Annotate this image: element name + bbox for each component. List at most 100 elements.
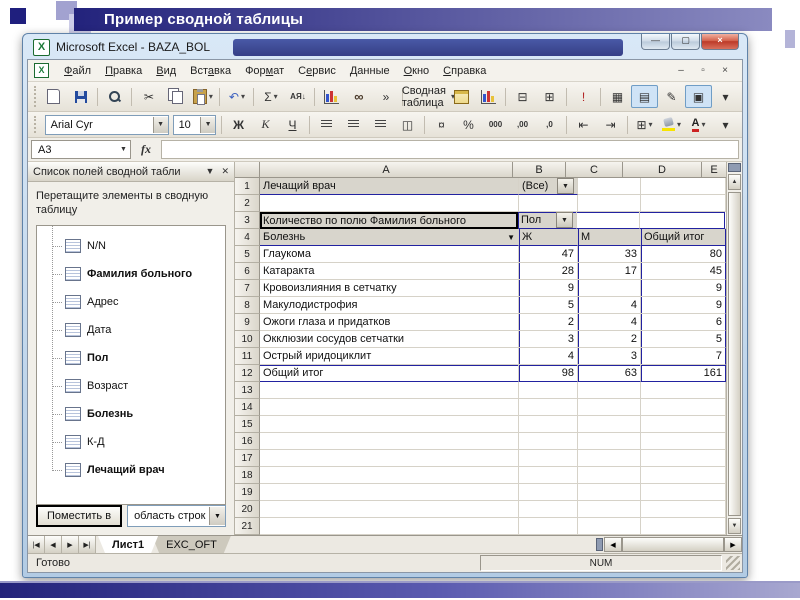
cell-C5[interactable]: 33 bbox=[578, 246, 641, 263]
cell-A11[interactable]: Острый иридоциклит bbox=[260, 348, 519, 365]
toolbar-grip2[interactable] bbox=[34, 115, 40, 134]
currency-button[interactable]: ¤ bbox=[428, 113, 455, 136]
cell-D14[interactable] bbox=[641, 399, 726, 416]
cell-D8[interactable]: 9 bbox=[641, 297, 726, 314]
font-color-dropdown-arrow[interactable]: ▾ bbox=[701, 120, 705, 129]
field-item-Болезнь[interactable]: Болезнь bbox=[45, 386, 225, 428]
split-handle-vertical[interactable] bbox=[728, 163, 741, 172]
merge-center-button[interactable]: ◫ bbox=[394, 113, 421, 136]
cell-D21[interactable] bbox=[641, 518, 726, 535]
task-pane-close-icon[interactable]: ✕ bbox=[221, 166, 229, 177]
row-header-1[interactable]: 1 bbox=[235, 178, 260, 195]
undo-button[interactable]: ↶ ▾ bbox=[223, 85, 250, 108]
cell-C6[interactable]: 17 bbox=[578, 263, 641, 280]
fill-color-dropdown-arrow[interactable]: ▾ bbox=[677, 120, 681, 129]
row-header-17[interactable]: 17 bbox=[235, 450, 260, 467]
underline-button[interactable]: Ч bbox=[279, 113, 306, 136]
pivot-toolbar-options-button[interactable]: ▾ bbox=[712, 85, 739, 108]
cell-B13[interactable] bbox=[519, 382, 578, 399]
align-left-button[interactable] bbox=[313, 113, 340, 136]
percent-button[interactable]: % bbox=[455, 113, 482, 136]
sheet-tab-Лист1[interactable]: Лист1 bbox=[98, 536, 158, 553]
field-item-Адрес[interactable]: Адрес bbox=[45, 274, 225, 316]
refresh-data-button[interactable]: ! bbox=[570, 85, 597, 108]
prev-sheet-icon[interactable]: ◀ bbox=[45, 536, 62, 553]
cell-dropdown-B3[interactable]: ▼ bbox=[556, 212, 573, 228]
menu-Данные[interactable]: Данные bbox=[343, 63, 397, 79]
field-settings-button[interactable]: ✎ bbox=[658, 85, 685, 108]
column-header-C[interactable]: C bbox=[566, 162, 623, 178]
name-box-dropdown-arrow[interactable]: ▼ bbox=[117, 142, 130, 157]
cell-A12[interactable]: Общий итог bbox=[260, 365, 519, 382]
cell-D18[interactable] bbox=[641, 467, 726, 484]
toolbar-grip[interactable] bbox=[34, 86, 37, 107]
cell-D17[interactable] bbox=[641, 450, 726, 467]
cell-B7[interactable]: 9 bbox=[519, 280, 578, 297]
autosum-button[interactable]: Σ ▾ bbox=[257, 85, 284, 108]
undo-dropdown-arrow[interactable]: ▾ bbox=[241, 92, 245, 101]
next-sheet-icon[interactable]: ▶ bbox=[62, 536, 79, 553]
field-item-Лечащий врач[interactable]: Лечащий врач bbox=[45, 442, 225, 484]
always-display-items-button[interactable]: ▤ bbox=[631, 85, 658, 108]
fmt-toolbar-options-button[interactable]: ▾ bbox=[712, 113, 739, 136]
cell-B15[interactable] bbox=[519, 416, 578, 433]
close-button[interactable]: × bbox=[701, 34, 739, 50]
cell-C19[interactable] bbox=[578, 484, 641, 501]
cell-A20[interactable] bbox=[260, 501, 519, 518]
cell-B10[interactable]: 3 bbox=[519, 331, 578, 348]
row-header-15[interactable]: 15 bbox=[235, 416, 260, 433]
vertical-scrollbar[interactable]: ▲ ▼ bbox=[726, 162, 742, 535]
cell-A2[interactable] bbox=[260, 195, 519, 212]
row-header-6[interactable]: 6 bbox=[235, 263, 260, 280]
cell-B1[interactable]: (Все) ▼ bbox=[519, 178, 578, 195]
cell-C18[interactable] bbox=[578, 467, 641, 484]
cell-A10[interactable]: Окклюзии сосудов сетчатки bbox=[260, 331, 519, 348]
sort-ascending-button[interactable]: АЯ↓ bbox=[284, 85, 311, 108]
cell-A9[interactable]: Ожоги глаза и придатков bbox=[260, 314, 519, 331]
menu-Сервис[interactable]: Сервис bbox=[291, 63, 343, 79]
align-right-button[interactable] bbox=[367, 113, 394, 136]
menu-Правка[interactable]: Правка bbox=[98, 63, 149, 79]
minimize-button[interactable]: — bbox=[641, 34, 670, 50]
cell-B3[interactable]: Пол ▼ bbox=[518, 212, 577, 229]
cell-B14[interactable] bbox=[519, 399, 578, 416]
minimize-workbook-icon[interactable]: – bbox=[674, 65, 688, 76]
cell-C13[interactable] bbox=[578, 382, 641, 399]
cell-A5[interactable]: Глаукома bbox=[260, 246, 519, 263]
cell-D1[interactable] bbox=[641, 178, 726, 195]
cell-A14[interactable] bbox=[260, 399, 519, 416]
insert-function-icon[interactable]: fx bbox=[131, 142, 161, 157]
hscroll-right-icon[interactable]: ▶ bbox=[724, 537, 742, 552]
decrease-indent-button[interactable]: ⇤ bbox=[570, 113, 597, 136]
font-size-dropdown-arrow[interactable]: ▼ bbox=[200, 116, 216, 133]
cell-B18[interactable] bbox=[519, 467, 578, 484]
pivot-table-menu-button[interactable]: Сводная таблица ▾ bbox=[402, 85, 455, 109]
paste-button[interactable]: ▾ bbox=[189, 85, 216, 108]
cell-C20[interactable] bbox=[578, 501, 641, 518]
menu-Справка[interactable]: Справка bbox=[436, 63, 493, 79]
cell-C1[interactable] bbox=[578, 178, 641, 195]
align-center-button[interactable] bbox=[340, 113, 367, 136]
cell-A6[interactable]: Катаракта bbox=[260, 263, 519, 280]
cell-D19[interactable] bbox=[641, 484, 726, 501]
column-header-B[interactable]: B bbox=[513, 162, 566, 178]
increase-decimal-button[interactable]: ,00 bbox=[509, 113, 536, 136]
pivot-filter-arrow[interactable]: ▼ bbox=[507, 233, 515, 242]
cell-B19[interactable] bbox=[519, 484, 578, 501]
close-workbook-icon[interactable]: × bbox=[718, 65, 732, 76]
cell-D12[interactable]: 161 bbox=[641, 365, 726, 382]
name-box[interactable]: A3 ▼ bbox=[31, 140, 131, 159]
menu-Вставка[interactable]: Вставка bbox=[183, 63, 238, 79]
cell-B20[interactable] bbox=[519, 501, 578, 518]
row-header-10[interactable]: 10 bbox=[235, 331, 260, 348]
row-header-4[interactable]: 4 bbox=[235, 229, 260, 246]
cell-C2[interactable] bbox=[578, 195, 641, 212]
increase-indent-button[interactable]: ⇥ bbox=[597, 113, 624, 136]
cell-B12[interactable]: 98 bbox=[519, 365, 578, 382]
row-header-9[interactable]: 9 bbox=[235, 314, 260, 331]
print-preview-button[interactable] bbox=[101, 85, 128, 108]
cell-D7[interactable]: 9 bbox=[641, 280, 726, 297]
area-select-dropdown-arrow[interactable]: ▼ bbox=[209, 507, 225, 525]
row-header-11[interactable]: 11 bbox=[235, 348, 260, 365]
cell-D16[interactable] bbox=[641, 433, 726, 450]
